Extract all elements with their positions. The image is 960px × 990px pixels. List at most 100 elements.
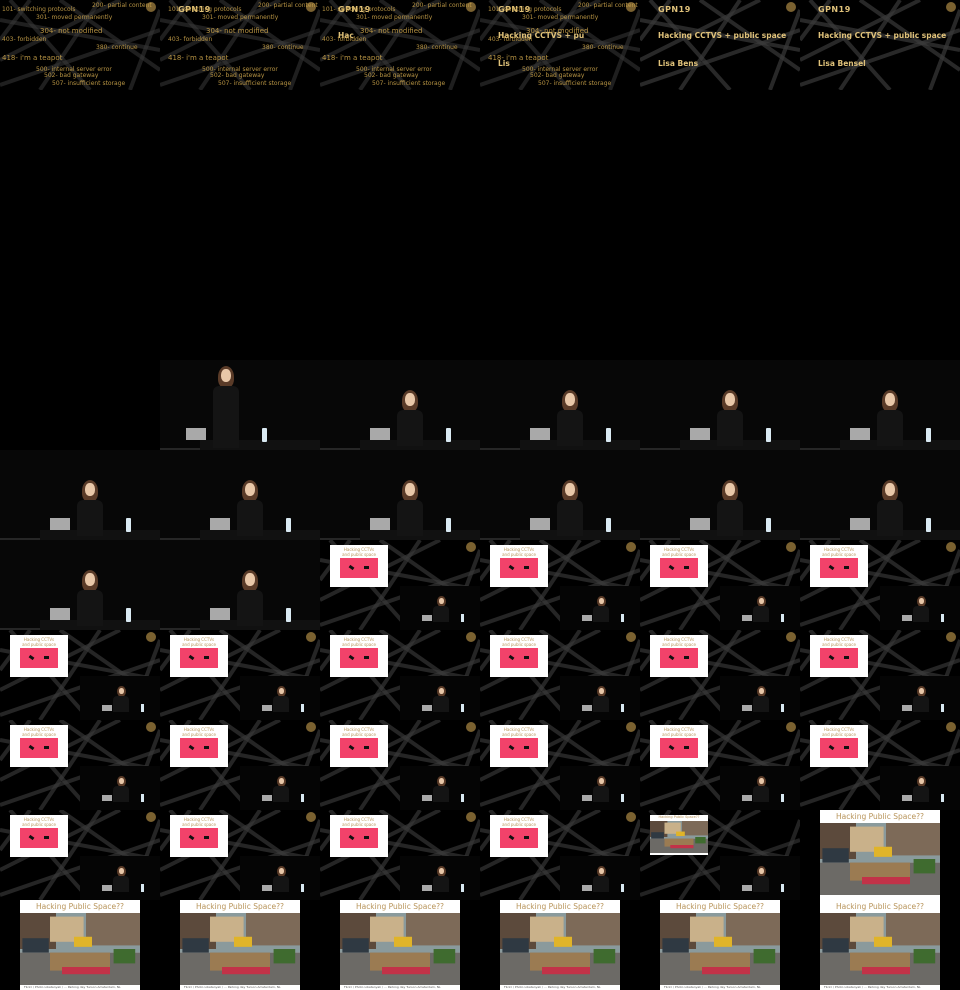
mini-red-panel <box>20 828 58 848</box>
public-space-frame: Hacking Public Space?? Flickr / Photo Lib… <box>480 900 640 990</box>
gpn-logo-icon <box>466 632 476 642</box>
speaker-face <box>245 573 255 586</box>
slide-camera-frame: Hacking CCTVs and public space <box>160 720 320 810</box>
laptop-screen <box>262 795 272 801</box>
public-space-slide: Hacking Public Space?? Flickr / Photo Lib… <box>660 900 780 990</box>
public-space-frame: Hacking Public Space?? Flickr / Photo Lib… <box>640 900 800 990</box>
stage-frame <box>480 450 640 540</box>
public-space-slide: Hacking Public Space?? Flickr / Photo Lib… <box>340 900 460 990</box>
slide-camera-frame: Hacking CCTVs and public space <box>160 630 320 720</box>
speaker-face <box>439 868 444 874</box>
water-bottle <box>781 614 784 622</box>
water-bottle <box>621 884 624 892</box>
speaker-body <box>877 500 903 536</box>
mini-slide-title: Hacking CCTVs and public space <box>10 637 68 647</box>
cctv-camera-icon <box>364 836 369 839</box>
mini-slide-title-line2: and public space <box>342 822 376 827</box>
http-code: 101- switching protocols <box>322 6 396 13</box>
cctv-camera-icon <box>28 834 35 841</box>
laptop-screen <box>210 608 230 620</box>
mini-slide-title-line2: and public space <box>662 642 696 647</box>
mini-slide-title-line2: and public space <box>502 552 536 557</box>
gpn-logo-icon <box>466 542 476 552</box>
title-frame: GPN19 Hacking CCTVS + public space Lisa Be… <box>800 0 960 90</box>
gpn-logo-icon <box>626 722 636 732</box>
http-code: 304- not modified <box>40 27 103 35</box>
mini-red-panel <box>340 558 378 578</box>
water-bottle <box>461 704 464 712</box>
poster-frame <box>0 360 160 450</box>
http-code: 380- continue <box>416 44 458 51</box>
mini-slide-title-line2: and public space <box>342 642 376 647</box>
speaker-face <box>885 483 895 496</box>
speaker-body <box>557 500 583 536</box>
poster-frame <box>800 270 960 360</box>
slide-camera-frame: Hacking CCTVs and public space <box>480 540 640 630</box>
mini-slide-title-line2: and public space <box>822 642 856 647</box>
street-photo <box>820 913 940 985</box>
gpn-logo-icon <box>946 722 956 732</box>
mini-slide: Hacking CCTVs and public space <box>650 635 708 677</box>
http-code: 418- i'm a teapot <box>168 54 229 62</box>
mini-red-panel <box>340 738 378 758</box>
slide-camera-frame: Hacking CCTVs and public space <box>800 720 960 810</box>
http-code: 502- bad gateway <box>364 72 419 79</box>
laptop-screen <box>102 885 112 891</box>
slide-camera-frame: Hacking CCTVs and public space <box>320 720 480 810</box>
http-code: 418- i'm a teapot <box>488 54 549 62</box>
http-code: 418- i'm a teapot <box>322 54 383 62</box>
stage-frame <box>480 360 640 450</box>
speaker-face <box>439 778 444 784</box>
mini-red-panel <box>820 558 858 578</box>
mini-slide: Hacking CCTVs and public space <box>810 725 868 767</box>
photo-caption: Flickr / Photo Libatanyak / ... Parking … <box>184 985 281 989</box>
mini-red-panel <box>20 738 58 758</box>
speaker-body <box>433 606 449 622</box>
speaker-body <box>433 786 449 802</box>
mini-slide-title-line2: and public space <box>662 552 696 557</box>
speaker-face <box>405 483 415 496</box>
laptop-screen <box>422 795 432 801</box>
public-space-title: Hacking Public Space?? <box>515 902 605 911</box>
cctv-camera-icon <box>364 656 369 659</box>
mini-slide: Hacking CCTVs and public space <box>810 635 868 677</box>
mini-red-panel <box>340 828 378 848</box>
laptop-screen <box>742 615 752 621</box>
speaker-body <box>273 876 289 892</box>
stage-frame <box>160 540 320 630</box>
mini-slide: Hacking CCTVs and public space <box>490 725 548 767</box>
slide-camera-frame: Hacking CCTVs and public space <box>640 720 800 810</box>
laptop-screen <box>742 705 752 711</box>
laptop-screen <box>422 615 432 621</box>
cctv-camera-icon <box>844 656 849 659</box>
gpn-logo-icon <box>626 812 636 822</box>
speaker-face <box>439 598 444 604</box>
slide-camera-frame: Hacking CCTVs and public space <box>0 810 160 900</box>
slide-camera-frame: Hacking CCTVs and public space <box>480 630 640 720</box>
water-bottle <box>941 614 944 622</box>
http-code: 301- moved permanently <box>356 14 433 21</box>
cctv-camera-icon <box>524 656 529 659</box>
poster-frame: Hacking CCTVsand public spaceHacking CCT… <box>0 90 160 180</box>
poster-frame <box>320 180 480 270</box>
photo-caption: Flickr / Photo Libatanyak / ... Parking … <box>504 985 601 989</box>
laptop-screen <box>50 608 70 620</box>
speaker-face <box>919 598 924 604</box>
cctv-camera-icon <box>668 744 675 751</box>
laptop-screen <box>102 705 112 711</box>
http-code: 304- not modified <box>206 27 269 35</box>
public-space-slide: Hacking Public Space?? <box>650 815 708 855</box>
title-frame: GPN19 200- partial content 301- moved perm… <box>160 0 320 90</box>
laptop-screen <box>262 705 272 711</box>
cctv-camera-icon <box>668 654 675 661</box>
slide-camera-frame: Hacking CCTVs and public space <box>320 630 480 720</box>
public-space-title: Hacking Public Space?? <box>195 902 285 911</box>
http-code: 304- not modified <box>526 27 589 35</box>
mini-slide-title: Hacking CCTVs and public space <box>650 727 708 737</box>
speaker-body <box>593 696 609 712</box>
laptop-screen <box>742 795 752 801</box>
cctv-camera-icon <box>844 746 849 749</box>
mini-red-panel <box>820 648 858 668</box>
gpn-logo-icon <box>626 632 636 642</box>
http-code: 418- i'm a teapot <box>2 54 63 62</box>
